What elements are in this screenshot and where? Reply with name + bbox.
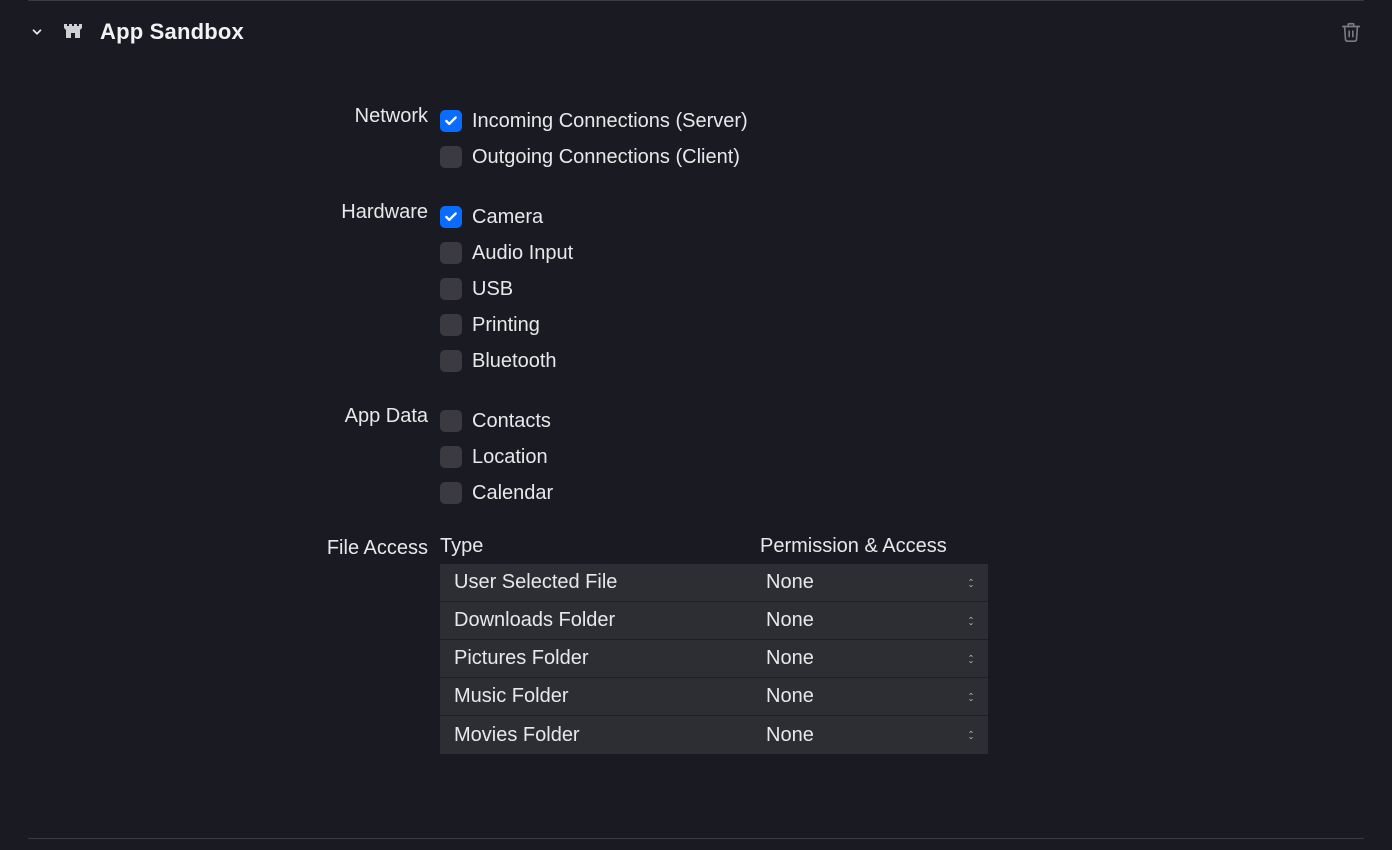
label-outgoing-connections: Outgoing Connections (Client): [472, 146, 740, 169]
row-bluetooth: Bluetooth: [440, 343, 1364, 379]
chevron-updown-icon: [966, 577, 978, 589]
file-access-type: Movies Folder: [440, 724, 760, 747]
label-usb: USB: [472, 278, 513, 301]
row-usb: USB: [440, 271, 1364, 307]
section-network: Network Incoming Connections (Server) Ou…: [28, 103, 1364, 175]
checkbox-usb[interactable]: [440, 278, 462, 300]
delete-capability-button[interactable]: [1338, 19, 1364, 45]
header-title: App Sandbox: [100, 19, 244, 45]
capability-content: Network Incoming Connections (Server) Ou…: [28, 63, 1364, 798]
chevron-updown-icon: [966, 729, 978, 741]
file-access-type: User Selected File: [440, 571, 760, 594]
file-access-row-pictures: Pictures Folder None: [440, 640, 988, 678]
checkbox-bluetooth[interactable]: [440, 350, 462, 372]
checkbox-camera[interactable]: [440, 206, 462, 228]
chevron-updown-icon: [966, 615, 978, 627]
section-hardware: Hardware Camera Audio Input: [28, 199, 1364, 379]
label-camera: Camera: [472, 206, 543, 229]
checkbox-outgoing-connections[interactable]: [440, 146, 462, 168]
label-audio-input: Audio Input: [472, 242, 573, 265]
perm-select-music[interactable]: None: [760, 682, 988, 712]
section-label-app-data: App Data: [28, 403, 440, 428]
file-access-type: Music Folder: [440, 685, 760, 708]
checkbox-audio-input[interactable]: [440, 242, 462, 264]
perm-value: None: [766, 571, 814, 594]
perm-value: None: [766, 724, 814, 747]
chevron-updown-icon: [966, 653, 978, 665]
perm-value: None: [766, 609, 814, 632]
label-contacts: Contacts: [472, 410, 551, 433]
file-access-table: User Selected File None: [440, 564, 988, 754]
row-printing: Printing: [440, 307, 1364, 343]
row-camera: Camera: [440, 199, 1364, 235]
disclosure-chevron-icon[interactable]: [28, 23, 46, 41]
checkbox-incoming-connections[interactable]: [440, 110, 462, 132]
section-label-file-access: File Access: [28, 535, 440, 560]
section-label-hardware: Hardware: [28, 199, 440, 224]
file-access-row-movies: Movies Folder None: [440, 716, 988, 754]
perm-value: None: [766, 685, 814, 708]
file-access-type: Downloads Folder: [440, 609, 760, 632]
row-calendar: Calendar: [440, 475, 1364, 511]
perm-select-pictures[interactable]: None: [760, 644, 988, 674]
sandbox-castle-icon: [60, 19, 86, 45]
perm-value: None: [766, 647, 814, 670]
checkbox-printing[interactable]: [440, 314, 462, 336]
section-label-network: Network: [28, 103, 440, 128]
row-contacts: Contacts: [440, 403, 1364, 439]
label-calendar: Calendar: [472, 482, 553, 505]
checkbox-location[interactable]: [440, 446, 462, 468]
label-bluetooth: Bluetooth: [472, 350, 557, 373]
label-location: Location: [472, 446, 548, 469]
perm-select-movies[interactable]: None: [760, 720, 988, 750]
row-location: Location: [440, 439, 1364, 475]
file-access-row-user-selected: User Selected File None: [440, 564, 988, 602]
perm-select-downloads[interactable]: None: [760, 606, 988, 636]
row-outgoing-connections: Outgoing Connections (Client): [440, 139, 1364, 175]
file-access-header: Type Permission & Access: [440, 535, 1364, 564]
checkbox-calendar[interactable]: [440, 482, 462, 504]
checkbox-contacts[interactable]: [440, 410, 462, 432]
file-access-type: Pictures Folder: [440, 647, 760, 670]
chevron-updown-icon: [966, 691, 978, 703]
perm-select-user-selected[interactable]: None: [760, 568, 988, 598]
app-sandbox-panel: App Sandbox Network Incoming Connections…: [0, 0, 1392, 839]
file-access-header-type: Type: [440, 535, 760, 558]
file-access-row-music: Music Folder None: [440, 678, 988, 716]
section-app-data: App Data Contacts Location: [28, 403, 1364, 511]
file-access-header-perm: Permission & Access: [760, 535, 978, 558]
file-access-row-downloads: Downloads Folder None: [440, 602, 988, 640]
row-audio-input: Audio Input: [440, 235, 1364, 271]
bottom-divider: [28, 838, 1364, 839]
label-printing: Printing: [472, 314, 540, 337]
row-incoming-connections: Incoming Connections (Server): [440, 103, 1364, 139]
section-file-access: File Access Type Permission & Access Use…: [28, 535, 1364, 754]
label-incoming-connections: Incoming Connections (Server): [472, 110, 748, 133]
section-header: App Sandbox: [28, 1, 1364, 63]
